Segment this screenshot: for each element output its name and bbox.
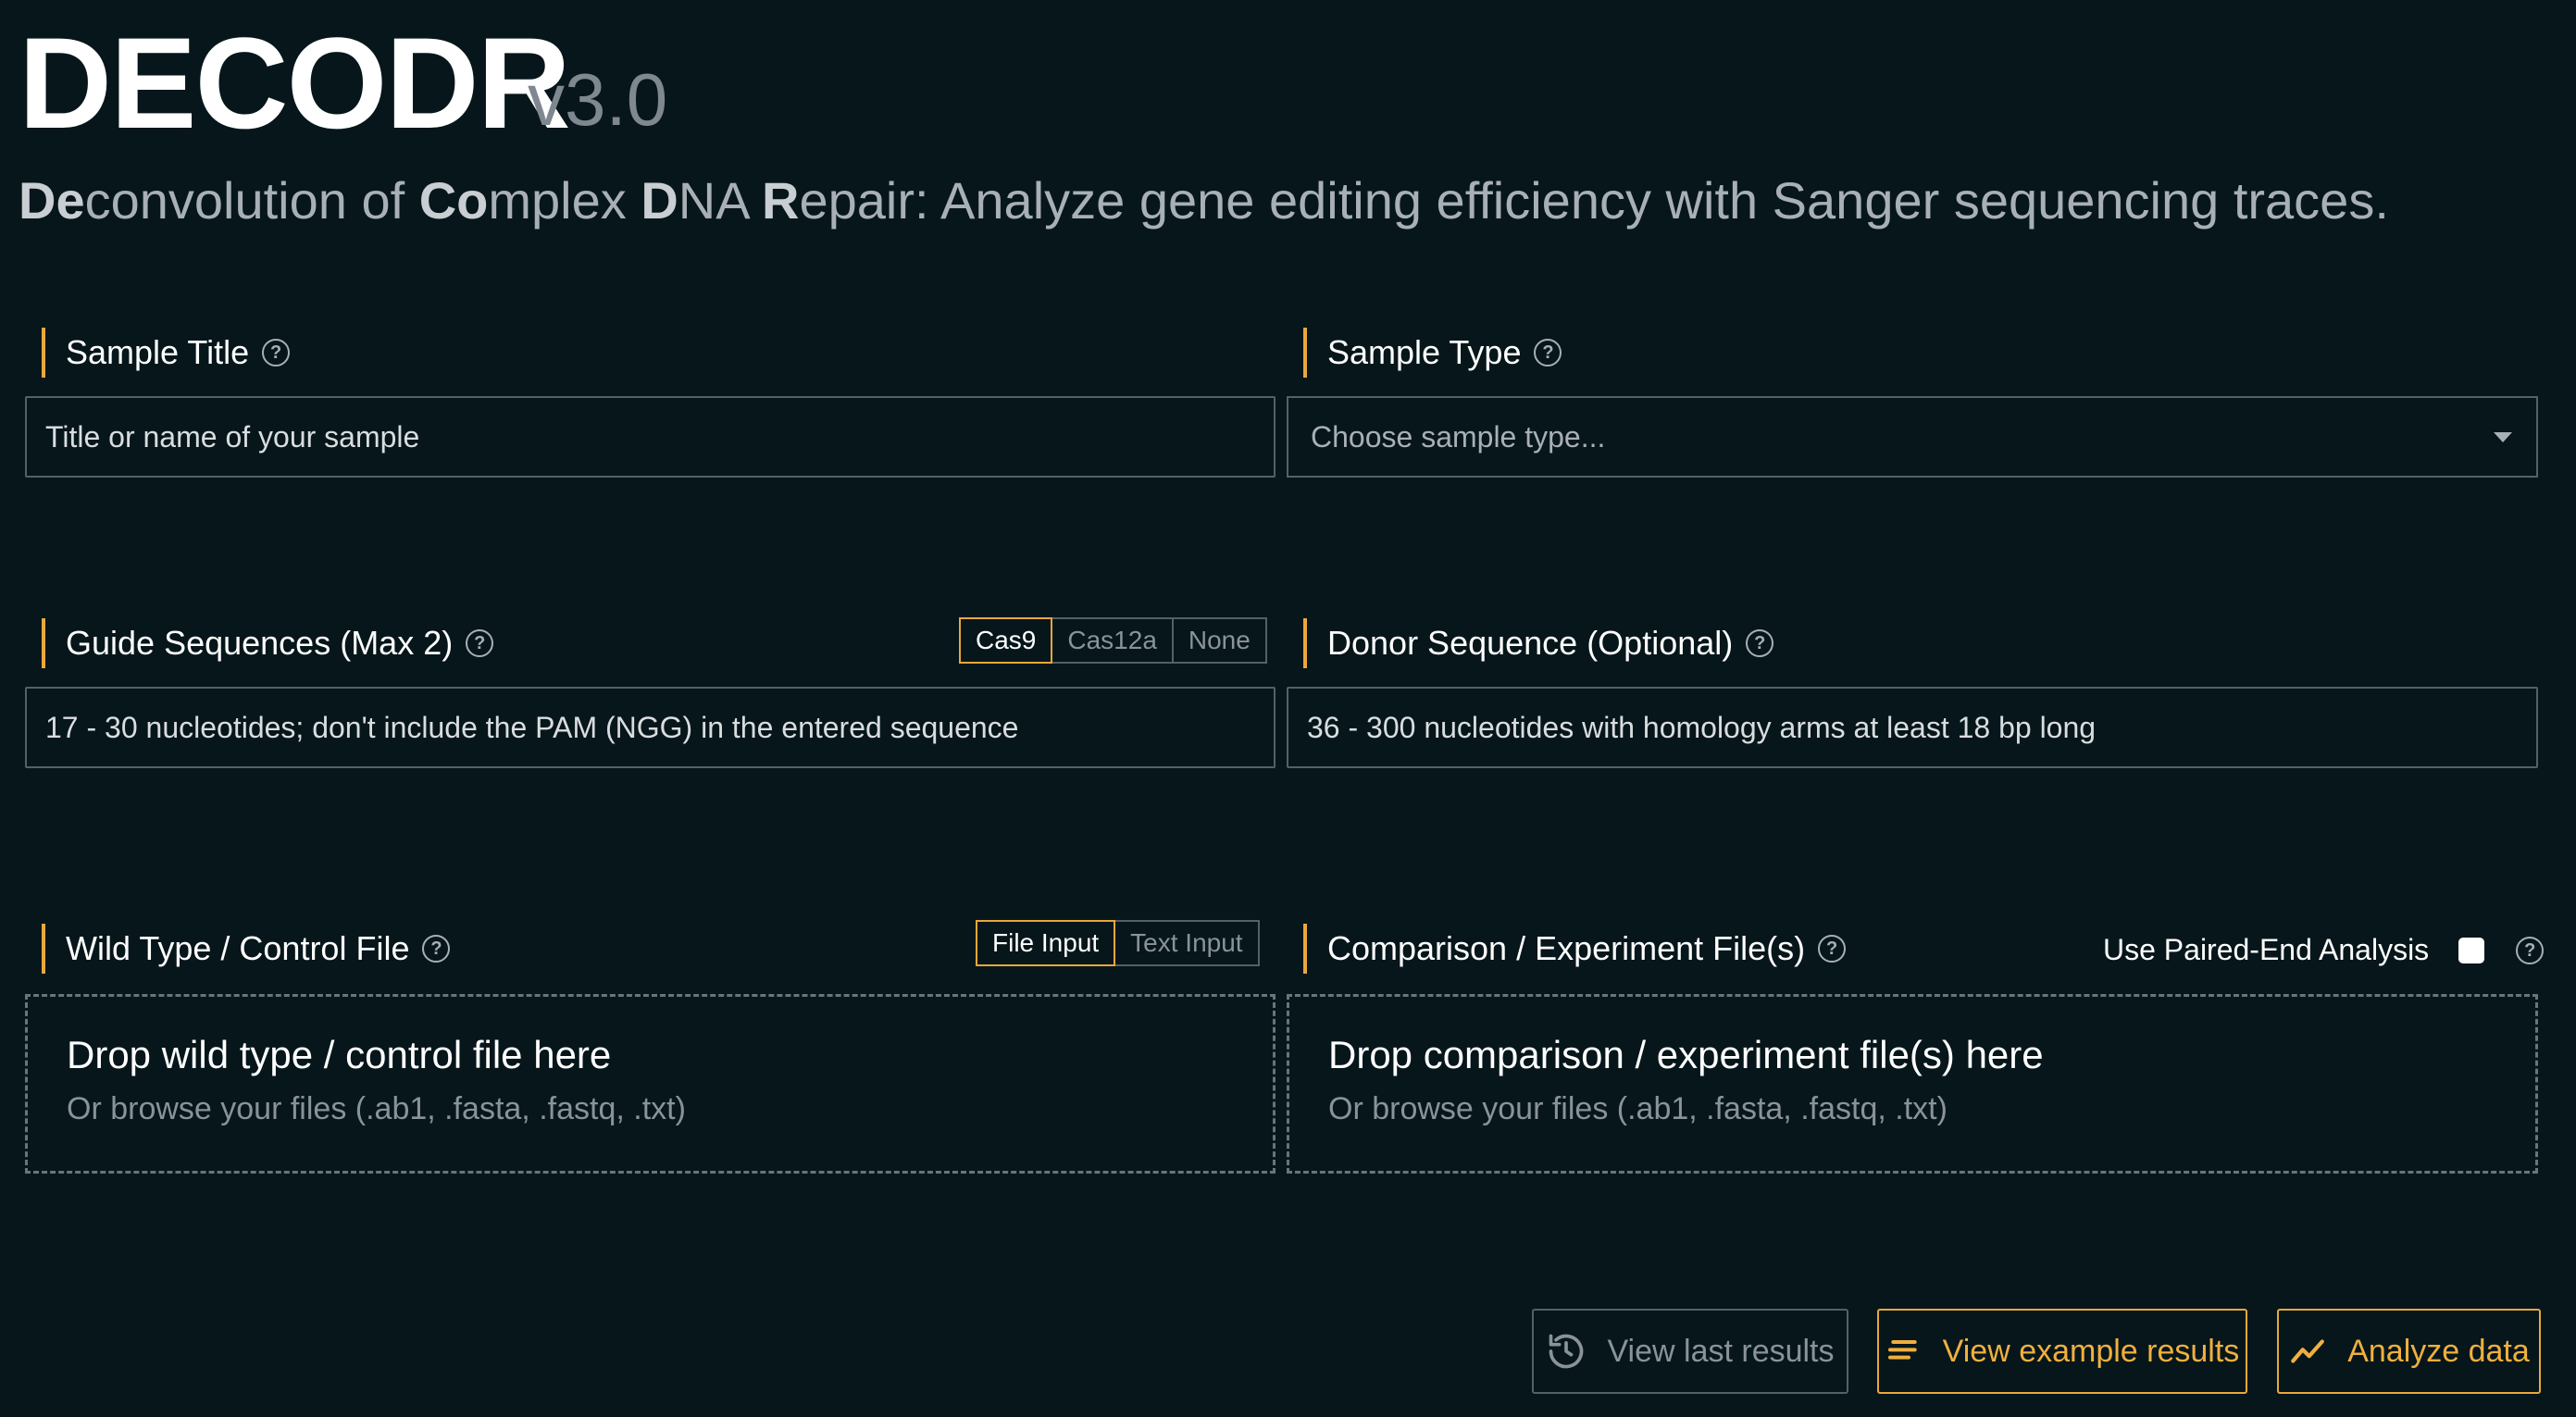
nuclease-option-cas12a[interactable]: Cas12a [1051, 617, 1174, 664]
dropzone-title: Drop comparison / experiment file(s) her… [1328, 1033, 2044, 1076]
chevron-down-icon [2494, 431, 2512, 442]
browse-files-link[interactable]: Or browse your files (.ab1, .fasta, .fas… [1328, 1091, 2496, 1127]
help-icon[interactable]: ? [422, 935, 451, 963]
help-icon[interactable]: ? [262, 339, 291, 367]
paired-end-control: Use Paired-End Analysis ? [2103, 933, 2545, 967]
wild-type-dropzone[interactable]: Drop wild type / control file here Or br… [25, 994, 1276, 1174]
help-icon[interactable]: ? [1534, 339, 1562, 367]
wild-type-label: Wild Type / Control File ? [42, 924, 451, 974]
list-icon [1885, 1333, 1923, 1370]
nuclease-option-cas9[interactable]: Cas9 [959, 617, 1053, 664]
help-icon[interactable]: ? [1746, 629, 1774, 657]
history-icon [1546, 1331, 1587, 1372]
dropzone-title: Drop wild type / control file here [67, 1033, 612, 1076]
guide-sequences-label: Guide Sequences (Max 2) ? [42, 618, 494, 668]
browse-files-link[interactable]: Or browse your files (.ab1, .fasta, .fas… [67, 1091, 1234, 1127]
trend-chart-icon [2288, 1332, 2327, 1371]
comparison-label: Comparison / Experiment File(s) ? [1303, 924, 1847, 974]
donor-sequence-label: Donor Sequence (Optional) ? [1303, 618, 1774, 668]
view-example-results-button[interactable]: View example results [1877, 1309, 2247, 1394]
donor-sequence-input[interactable] [1287, 687, 2538, 768]
help-icon[interactable]: ? [466, 629, 494, 657]
sample-title-input[interactable] [25, 396, 1276, 478]
analyze-data-button[interactable]: Analyze data [2277, 1309, 2541, 1394]
app-title: DECODR [19, 10, 571, 155]
help-icon[interactable]: ? [1818, 935, 1847, 963]
paired-end-checkbox[interactable] [2458, 937, 2485, 963]
app-version: v3.0 [528, 58, 668, 141]
file-input-option[interactable]: File Input [976, 920, 1116, 966]
text-input-option[interactable]: Text Input [1114, 920, 1260, 966]
paired-end-label: Use Paired-End Analysis [2103, 933, 2430, 966]
guide-sequence-input[interactable] [25, 687, 1276, 768]
input-mode-toggle: File Input Text Input [976, 920, 1260, 966]
sample-type-select[interactable]: Choose sample type... [1287, 396, 2538, 478]
nuclease-option-none[interactable]: None [1171, 617, 1267, 664]
view-last-results-button[interactable]: View last results [1532, 1309, 1848, 1394]
sample-title-label: Sample Title ? [42, 328, 291, 378]
nuclease-toggle: Cas9 Cas12a None [959, 617, 1267, 664]
app-tagline: Deconvolution of Complex DNA Repair: Ana… [19, 171, 2389, 230]
comparison-dropzone[interactable]: Drop comparison / experiment file(s) her… [1287, 994, 2538, 1174]
help-icon[interactable]: ? [2516, 936, 2545, 964]
sample-type-label: Sample Type ? [1303, 328, 1562, 378]
sample-type-placeholder: Choose sample type... [1311, 419, 1606, 454]
